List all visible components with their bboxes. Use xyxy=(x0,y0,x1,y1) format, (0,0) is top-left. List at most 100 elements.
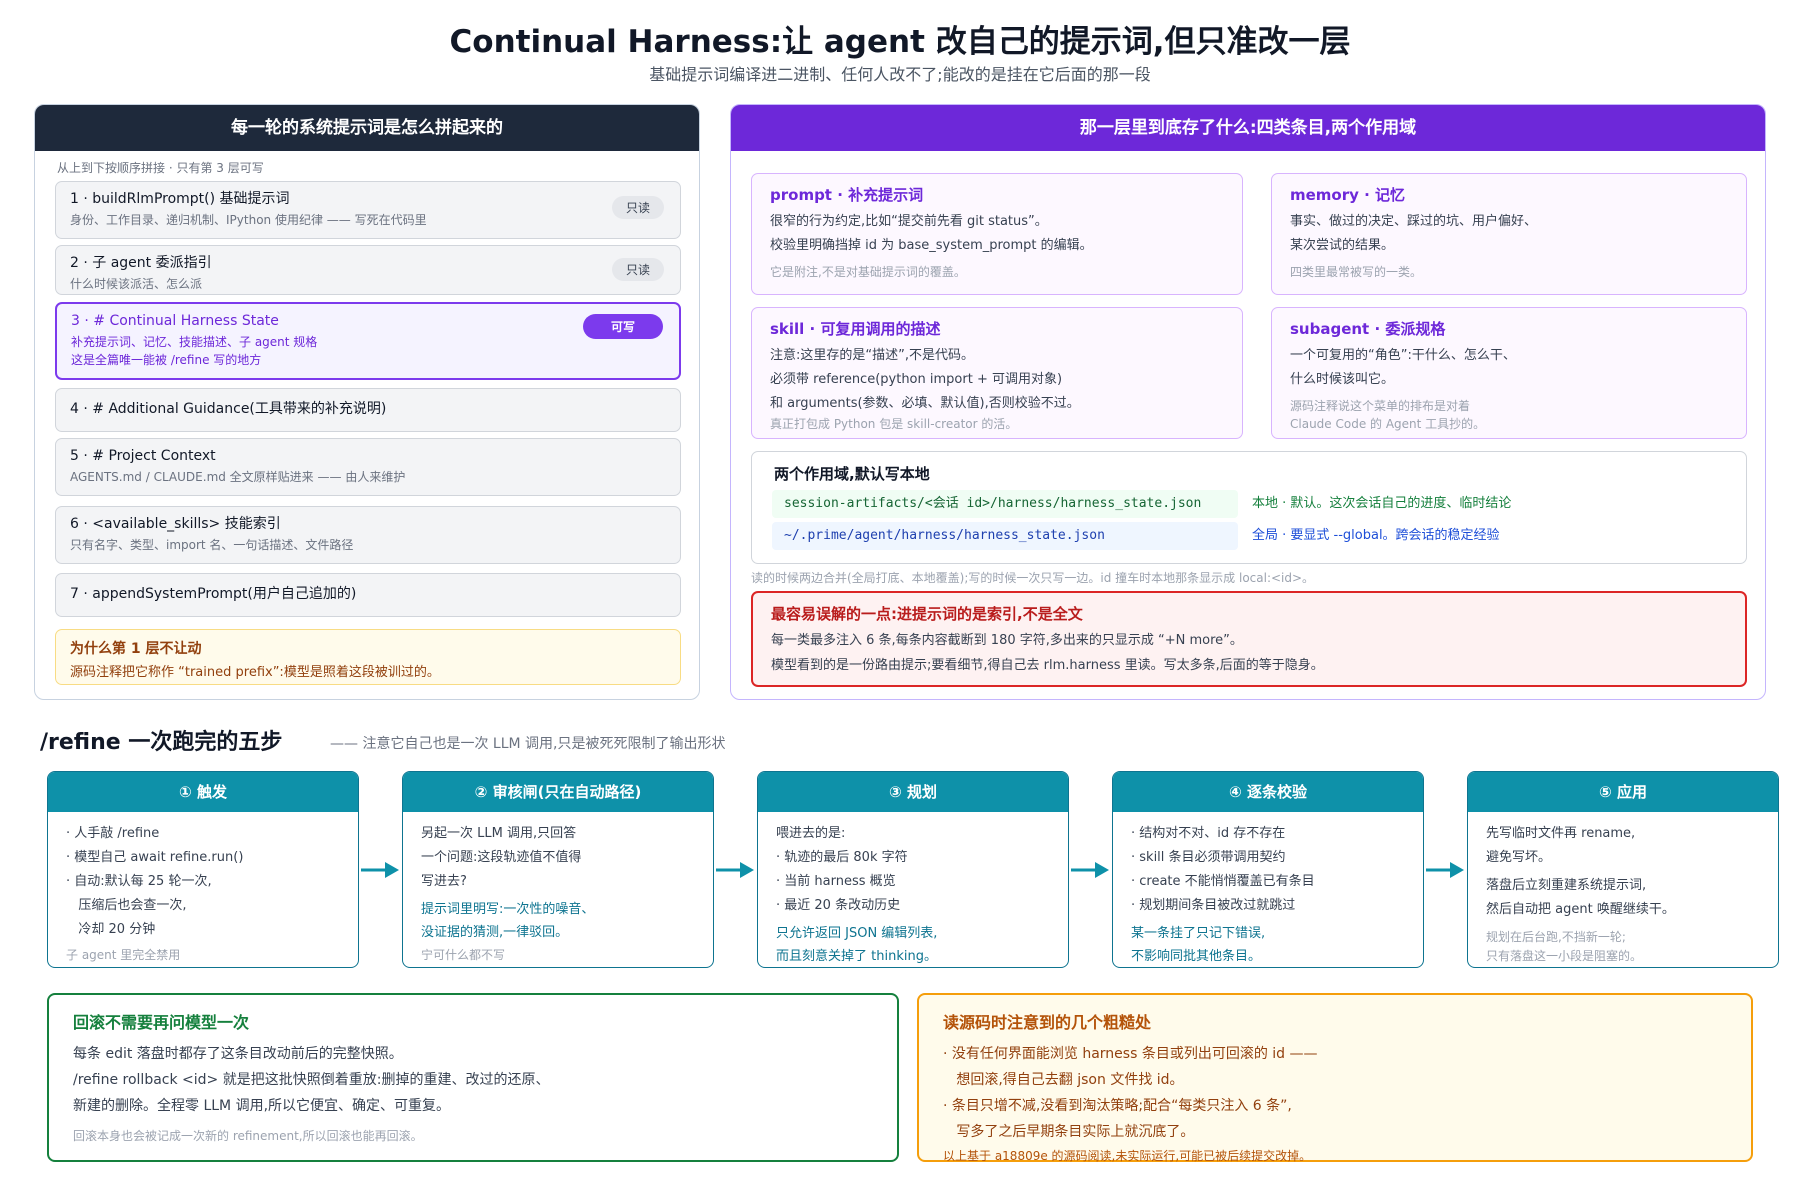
rollback-line: 新建的删除。全程零 LLM 调用,所以它便宜、确定、可重复。 xyxy=(73,1098,451,1114)
step-plan: ③ 规划 喂进去的是: · 轨迹的最后 80k 字符 · 当前 harness … xyxy=(757,771,1069,968)
prompt-assembly-panel: 每一轮的系统提示词是怎么拼起来的 从上到下按顺序拼接 · 只有第 3 层可写 1… xyxy=(34,104,700,700)
rollback-box: 回滚不需要再问模型一次 每条 edit 落盘时都存了这条目改动前后的完整快照。 … xyxy=(47,993,899,1162)
step-2-note: 宁可什么都不写 xyxy=(421,948,506,962)
layer-7: 7 · appendSystemPrompt(用户自己追加的) xyxy=(55,573,681,617)
prompt-assembly-heading: 每一轮的系统提示词是怎么拼起来的 xyxy=(35,105,699,151)
rough-edges-line: 想回滚,得自己去翻 json 文件找 id。 xyxy=(943,1072,1184,1088)
local-scope-path: session-artifacts/<会话 id>/harness/harnes… xyxy=(772,490,1238,518)
arrow-right-icon xyxy=(1426,862,1464,878)
layer-4: 4 · # Additional Guidance(工具带来的补充说明) xyxy=(55,388,681,432)
layer-7-title: 7 · appendSystemPrompt(用户自己追加的) xyxy=(70,586,357,602)
trained-prefix-note: 为什么第 1 层不让动 源码注释把它称作 “trained prefix”:模型… xyxy=(55,629,681,685)
skill-card: skill · 可复用调用的描述 注意:这里存的是“描述”,不是代码。 必须带 … xyxy=(751,307,1243,439)
harness-state-panel: 那一层里到底存了什么:四类条目,两个作用域 prompt · 补充提示词 很窄的… xyxy=(730,104,1766,700)
page-title: Continual Harness:让 agent 改自己的提示词,但只准改一层 xyxy=(449,24,1351,60)
step-1-line: 压缩后也会查一次, xyxy=(66,898,187,913)
step-review-gate: ② 审核闸(只在自动路径) 另起一次 LLM 调用,只回答 一个问题:这段轨迹值… xyxy=(402,771,714,968)
step-5-note-2: 只有落盘这一小段是阻塞的。 xyxy=(1486,949,1643,963)
step-3-teal: 只允许返回 JSON 编辑列表, xyxy=(776,926,938,941)
prompt-card: prompt · 补充提示词 很窄的行为约定,比如“提交前先看 git stat… xyxy=(751,173,1243,295)
arrow-right-icon xyxy=(361,862,399,878)
rough-edges-title: 读源码时注意到的几个粗糙处 xyxy=(943,1013,1152,1032)
step-4-line: · 结构对不对、id 存不存在 xyxy=(1131,826,1286,841)
step-4-line: · skill 条目必须带调用契约 xyxy=(1131,850,1286,865)
readonly-badge: 只读 xyxy=(611,258,664,281)
prompt-card-line: 校验里明确挡掉 id 为 base_system_prompt 的编辑。 xyxy=(770,238,1093,253)
local-scope-desc: 本地 · 默认。这次会话自己的进度、临时结论 xyxy=(1252,496,1512,511)
step-1-line: · 人手敲 /refine xyxy=(66,826,160,841)
rough-edges-note: 以上基于 a18809e 的源码阅读,未实际运行,可能已被后续提交改掉。 xyxy=(943,1149,1312,1163)
readonly-badge: 只读 xyxy=(611,196,664,219)
note-title: 为什么第 1 层不让动 xyxy=(70,641,202,657)
step-3-teal: 而且刻意关掉了 thinking。 xyxy=(776,949,937,964)
subagent-card-line: 什么时候该叫它。 xyxy=(1290,372,1395,387)
step-2-line: 写进去? xyxy=(421,874,467,889)
skill-card-note: 真正打包成 Python 包是 skill-creator 的活。 xyxy=(770,417,1018,431)
step-4-head: ④ 逐条校验 xyxy=(1113,772,1423,812)
step-1-line: 冷却 20 分钟 xyxy=(66,922,156,937)
skill-card-title: skill · 可复用调用的描述 xyxy=(770,320,941,338)
step-4-line: · create 不能悄悄覆盖已有条目 xyxy=(1131,874,1315,889)
step-5-line: 然后自动把 agent 唤醒继续干。 xyxy=(1486,902,1675,917)
layer-1-title: 1 · buildRlmPrompt() 基础提示词 xyxy=(70,191,290,207)
prompt-card-note: 它是附注,不是对基础提示词的覆盖。 xyxy=(770,265,966,279)
layer-3-desc: 补充提示词、记忆、技能描述、子 agent 规格 xyxy=(71,335,318,349)
layer-3-desc-2: 这是全篇唯一能被 /refine 写的地方 xyxy=(71,353,262,367)
step-2-teal: 没证据的猜测,一律驳回。 xyxy=(421,925,569,940)
step-5-head: ⑤ 应用 xyxy=(1468,772,1778,812)
rollback-line: /refine rollback <id> 就是把这批快照倒着重放:删掉的重建、… xyxy=(73,1072,550,1088)
step-3-line: · 最近 20 条改动历史 xyxy=(776,898,901,913)
step-5-line: 落盘后立刻重建系统提示词, xyxy=(1486,878,1647,893)
memory-card-title: memory · 记忆 xyxy=(1290,186,1406,204)
prompt-assembly-hint: 从上到下按顺序拼接 · 只有第 3 层可写 xyxy=(57,161,264,175)
layer-6-title: 6 · <available_skills> 技能索引 xyxy=(70,516,281,532)
memory-card-note: 四类里最常被写的一类。 xyxy=(1290,265,1423,279)
layer-2: 2 · 子 agent 委派指引 什么时候该派活、怎么派 只读 xyxy=(55,245,681,295)
rollback-title: 回滚不需要再问模型一次 xyxy=(73,1013,250,1032)
layer-4-title: 4 · # Additional Guidance(工具带来的补充说明) xyxy=(70,401,387,417)
step-5-line: 先写临时文件再 rename, xyxy=(1486,826,1636,841)
step-trigger: ① 触发 · 人手敲 /refine · 模型自己 await refine.r… xyxy=(47,771,359,968)
step-3-line: 喂进去的是: xyxy=(776,826,846,841)
prompt-card-line: 很窄的行为约定,比如“提交前先看 git status”。 xyxy=(770,214,1048,229)
skill-card-line: 必须带 reference(python import + 可调用对象) xyxy=(770,372,1063,387)
subagent-card-note: 源码注释说这个菜单的排布是对着 xyxy=(1290,399,1471,413)
layer-6: 6 · <available_skills> 技能索引 只有名字、类型、impo… xyxy=(55,506,681,564)
step-apply: ⑤ 应用 先写临时文件再 rename, 避免写坏。 落盘后立刻重建系统提示词,… xyxy=(1467,771,1779,968)
harness-state-heading: 那一层里到底存了什么:四类条目,两个作用域 xyxy=(731,105,1765,151)
step-1-note: 子 agent 里完全禁用 xyxy=(66,948,181,962)
prompt-card-title: prompt · 补充提示词 xyxy=(770,186,924,204)
step-1-line: · 自动:默认每 25 轮一次, xyxy=(66,874,212,889)
step-1-line: · 模型自己 await refine.run() xyxy=(66,850,244,865)
refine-section-note: —— 注意它自己也是一次 LLM 调用,只是被死死限制了输出形状 xyxy=(330,736,726,752)
page-subtitle: 基础提示词编译进二进制、任何人改不了;能改的是挂在它后面的那一段 xyxy=(649,65,1151,84)
step-5-line: 避免写坏。 xyxy=(1486,850,1552,865)
skill-card-line: 注意:这里存的是“描述”,不是代码。 xyxy=(770,348,974,363)
layer-3-title: 3 · # Continual Harness State xyxy=(71,313,279,329)
step-1-head: ① 触发 xyxy=(48,772,358,812)
scope-merge-note: 读的时候两边合并(全局打底、本地覆盖);写的时候一次只写一边。id 撞车时本地那… xyxy=(751,571,1315,585)
rollback-note: 回滚本身也会被记成一次新的 refinement,所以回滚也能再回滚。 xyxy=(73,1129,423,1143)
layer-1: 1 · buildRlmPrompt() 基础提示词 身份、工作目录、递归机制、… xyxy=(55,181,681,239)
scope-box: 两个作用域,默认写本地 session-artifacts/<会话 id>/ha… xyxy=(751,451,1747,564)
memory-card: memory · 记忆 事实、做过的决定、踩过的坑、用户偏好、 某次尝试的结果。… xyxy=(1271,173,1747,295)
arrow-right-icon xyxy=(716,862,754,878)
step-4-teal: 不影响同批其他条目。 xyxy=(1131,949,1262,964)
subagent-card-title: subagent · 委派规格 xyxy=(1290,320,1446,338)
arrow-right-icon xyxy=(1071,862,1109,878)
step-3-line: · 轨迹的最后 80k 字符 xyxy=(776,850,908,865)
note-text: 源码注释把它称作 “trained prefix”:模型是照着这段被训过的。 xyxy=(70,665,440,680)
writable-badge: 可写 xyxy=(582,314,663,339)
subagent-card-note-2: Claude Code 的 Agent 工具抄的。 xyxy=(1290,417,1486,431)
skill-card-line: 和 arguments(参数、必填、默认值),否则校验不过。 xyxy=(770,396,1080,411)
step-2-line: 另起一次 LLM 调用,只回答 xyxy=(421,826,577,841)
global-scope-path: ~/.prime/agent/harness/harness_state.jso… xyxy=(772,522,1238,550)
rough-edges-line: 写多了之后早期条目实际上就沉底了。 xyxy=(943,1124,1195,1140)
scope-title: 两个作用域,默认写本地 xyxy=(774,465,930,483)
layer-5: 5 · # Project Context AGENTS.md / CLAUDE… xyxy=(55,438,681,496)
step-2-head: ② 审核闸(只在自动路径) xyxy=(403,772,713,812)
memory-card-line: 某次尝试的结果。 xyxy=(1290,238,1395,253)
refine-section-title: /refine 一次跑完的五步 xyxy=(40,730,283,755)
subagent-card: subagent · 委派规格 一个可复用的“角色”:干什么、怎么干、 什么时候… xyxy=(1271,307,1747,439)
step-3-head: ③ 规划 xyxy=(758,772,1068,812)
